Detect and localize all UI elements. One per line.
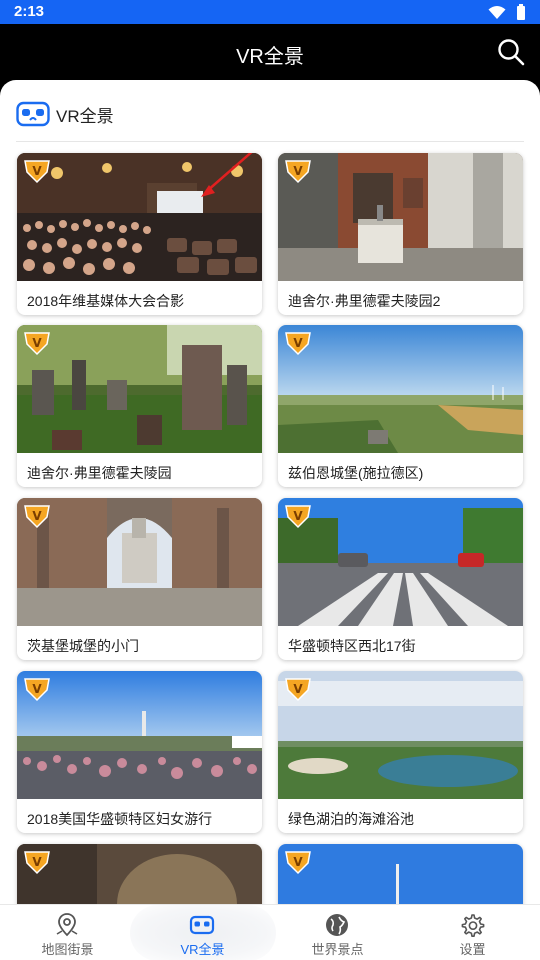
vr-headset-icon [16, 101, 50, 127]
vr-badge-icon: V [23, 849, 51, 880]
vr-badge-icon: V [284, 849, 312, 880]
divider [16, 141, 524, 142]
bottom-nav: 地图街景 VR全景 世界景点 设置 [0, 904, 540, 960]
svg-text:V: V [32, 164, 42, 178]
app-bar: VR全景 [0, 24, 540, 80]
panorama-card[interactable]: V 茨基堡城堡的小门 [17, 498, 262, 660]
wifi-icon [488, 5, 506, 19]
vr-badge-icon: V [284, 330, 312, 361]
status-icons [488, 4, 526, 20]
panorama-card[interactable]: V 华盛顿特区西北17街 [278, 498, 523, 660]
status-bar: 2:13 [0, 0, 540, 24]
card-thumbnail [278, 498, 523, 626]
panorama-card[interactable]: V 2018年维基媒体大会合影 [17, 153, 262, 315]
nav-label: 设置 [459, 942, 486, 957]
card-thumbnail [17, 498, 262, 626]
vr-badge-icon: V [23, 158, 51, 189]
svg-text:V: V [293, 855, 303, 869]
vr-badge-icon: V [284, 676, 312, 707]
section-header: VR全景 [16, 100, 114, 128]
vr-badge-icon: V [23, 676, 51, 707]
nav-settings[interactable]: 设置 [405, 905, 540, 960]
card-thumbnail [278, 671, 523, 799]
nav-map-streetview[interactable]: 地图街景 [0, 905, 135, 960]
vr-badge-icon: V [284, 158, 312, 189]
card-caption: 迪舍尔·弗里德霍夫陵园 [27, 465, 172, 481]
card-thumbnail [278, 153, 523, 281]
panorama-card[interactable]: V 绿色湖泊的海滩浴池 [278, 671, 523, 833]
card-caption: 2018美国华盛顿特区妇女游行 [27, 811, 213, 827]
nav-world-spots[interactable]: 世界景点 [270, 905, 405, 960]
nav-label: 地图街景 [41, 942, 94, 957]
svg-text:V: V [32, 336, 42, 350]
card-caption: 2018年维基媒体大会合影 [27, 293, 185, 309]
nav-label: 世界景点 [311, 942, 364, 957]
card-thumbnail [17, 671, 262, 799]
panorama-grid: V 2018年维基媒体大会合影 V 迪舍尔·弗里德霍夫陵园2 V 迪舍尔·弗里德… [17, 153, 523, 904]
nav-label: VR全景 [180, 942, 225, 957]
gear-icon [461, 914, 485, 937]
card-thumbnail [278, 325, 523, 453]
panorama-card[interactable]: V 兹伯恩城堡(施拉德区) [278, 325, 523, 487]
map-pin-icon [56, 913, 78, 937]
page-title: VR全景 [236, 46, 304, 68]
svg-text:V: V [32, 855, 42, 869]
nav-vr-panorama[interactable]: VR全景 [135, 905, 270, 960]
card-thumbnail [17, 325, 262, 453]
card-thumbnail [278, 844, 523, 904]
svg-text:V: V [32, 682, 42, 696]
panorama-card[interactable]: V 迪舍尔·弗里德霍夫陵园 [17, 325, 262, 487]
content-sheet: VR全景 V 2018年维基媒体大会合影 V 迪舍尔·弗里德霍夫陵园2 V 迪舍… [0, 80, 540, 904]
svg-text:V: V [293, 336, 303, 350]
card-thumbnail [17, 844, 262, 904]
search-icon [498, 39, 525, 66]
card-caption: 绿色湖泊的海滩浴池 [288, 811, 414, 827]
section-title: VR全景 [56, 106, 114, 126]
vr-headset-icon [189, 915, 215, 935]
panorama-card[interactable]: V 迪舍尔·弗里德霍夫陵园2 [278, 153, 523, 315]
svg-text:V: V [293, 682, 303, 696]
status-time: 2:13 [14, 3, 45, 20]
panorama-card[interactable]: V [17, 844, 262, 904]
search-button[interactable] [496, 37, 526, 67]
panorama-card[interactable]: V 2018美国华盛顿特区妇女游行 [17, 671, 262, 833]
vr-badge-icon: V [23, 330, 51, 361]
svg-text:V: V [293, 509, 303, 523]
vr-badge-icon: V [23, 503, 51, 534]
battery-icon [517, 4, 525, 20]
panorama-card[interactable]: V [278, 844, 523, 904]
card-caption: 华盛顿特区西北17街 [288, 638, 416, 654]
globe-icon [326, 914, 348, 936]
card-thumbnail [17, 153, 262, 281]
svg-text:V: V [32, 509, 42, 523]
card-caption: 兹伯恩城堡(施拉德区) [288, 465, 424, 481]
vr-badge-icon: V [284, 503, 312, 534]
card-caption: 茨基堡城堡的小门 [27, 638, 139, 654]
card-caption: 迪舍尔·弗里德霍夫陵园2 [288, 293, 441, 309]
svg-text:V: V [293, 164, 303, 178]
